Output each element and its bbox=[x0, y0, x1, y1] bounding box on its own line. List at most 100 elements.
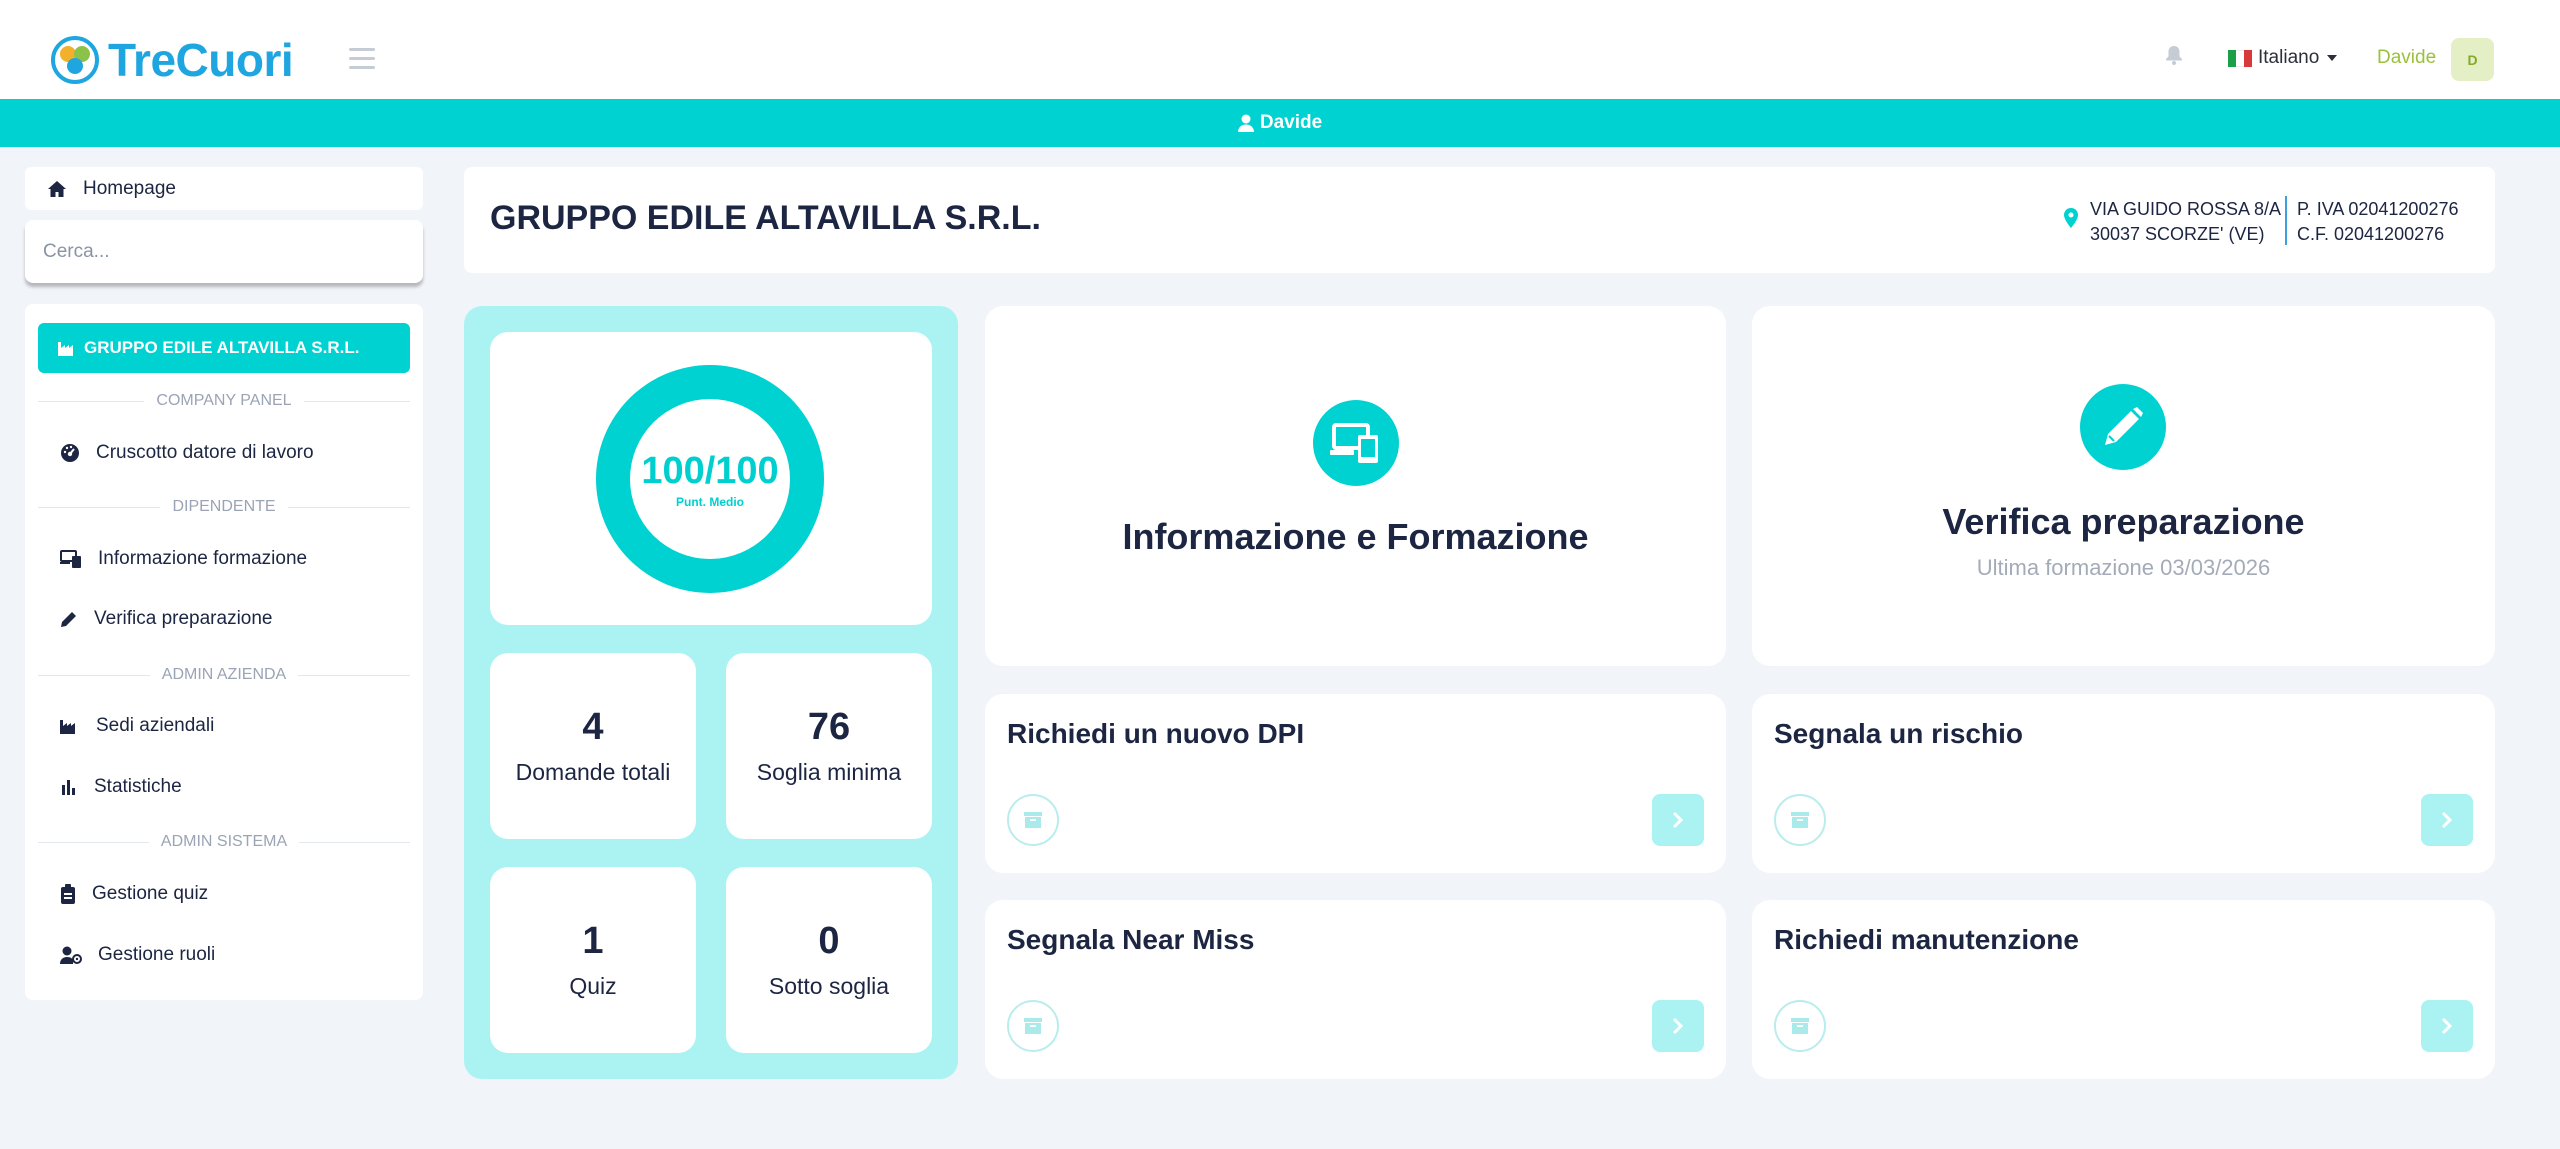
card-informazione-formazione[interactable]: Informazione e Formazione bbox=[985, 306, 1726, 666]
codice-fiscale: C.F. 02041200276 bbox=[2297, 224, 2445, 244]
italy-flag-icon bbox=[2228, 49, 2252, 67]
stat-label: Soglia minima bbox=[756, 759, 902, 785]
sidebar-item-label: Gestione ruoli bbox=[98, 944, 216, 965]
stat-value: 76 bbox=[807, 706, 851, 748]
stat-domande-totali: 4 Domande totali bbox=[490, 653, 696, 839]
section-dipendente: DIPENDENTE bbox=[38, 498, 410, 516]
home-icon bbox=[48, 180, 66, 197]
user-name[interactable]: Davide bbox=[2377, 47, 2436, 69]
logo-icon bbox=[51, 36, 99, 84]
sidebar-item-label: Homepage bbox=[83, 177, 176, 199]
user-gear-icon bbox=[60, 946, 82, 964]
logo-text: TreCuori bbox=[108, 34, 294, 86]
pencil-icon bbox=[61, 612, 76, 627]
score-ring-inner: 100/100 Punt. Medio bbox=[630, 399, 790, 559]
sidebar-item-gestione-quiz[interactable]: Gestione quiz bbox=[38, 869, 410, 919]
score-value: 100/100 bbox=[641, 449, 779, 492]
address-line-1: VIA GUIDO ROSSA 8/A bbox=[2090, 199, 2282, 219]
card-subtitle: Ultima formazione 03/03/2026 bbox=[1976, 555, 2271, 580]
sidebar-item-informazione[interactable]: Informazione formazione bbox=[38, 534, 410, 584]
open-button[interactable] bbox=[1652, 794, 1704, 846]
section-company-panel: COMPANY PANEL bbox=[38, 392, 410, 410]
sidebar-item-cruscotto[interactable]: Cruscotto datore di lavoro bbox=[38, 428, 410, 478]
sidebar-item-label: Informazione formazione bbox=[98, 548, 308, 569]
search-input[interactable] bbox=[25, 220, 423, 283]
score-label: Punt. Medio bbox=[676, 494, 744, 509]
stat-value: 4 bbox=[582, 706, 604, 748]
card-segnala-rischio: Segnala un rischio bbox=[1752, 694, 2495, 873]
score-ring: 100/100 Punt. Medio bbox=[596, 365, 824, 593]
logo[interactable]: TreCuori bbox=[50, 33, 294, 87]
gauge-icon bbox=[61, 444, 79, 462]
sidebar-item-statistiche[interactable]: Statistiche bbox=[38, 762, 410, 812]
sidebar-item-label: Verifica preparazione bbox=[94, 608, 273, 629]
card-title: Segnala Near Miss bbox=[1007, 924, 1255, 955]
sidebar-menu: GRUPPO EDILE ALTAVILLA S.R.L. COMPANY PA… bbox=[25, 304, 423, 1000]
archive-button[interactable] bbox=[1774, 1000, 1826, 1052]
pencil-icon bbox=[2080, 384, 2166, 470]
stat-label: Quiz bbox=[569, 973, 617, 999]
card-title: Segnala un rischio bbox=[1774, 718, 2023, 749]
sidebar-item-label: Statistiche bbox=[94, 776, 182, 797]
card-richiedi-manutenzione: Richiedi manutenzione bbox=[1752, 900, 2495, 1079]
section-admin-azienda: ADMIN AZIENDA bbox=[38, 666, 410, 684]
user-bar-name: Davide bbox=[1259, 112, 1323, 133]
sidebar-item-gestione-ruoli[interactable]: Gestione ruoli bbox=[38, 930, 410, 980]
user-icon bbox=[1237, 114, 1254, 132]
card-segnala-near-miss: Segnala Near Miss bbox=[985, 900, 1726, 1079]
sidebar-item-label: Gestione quiz bbox=[92, 883, 209, 904]
stat-value: 0 bbox=[818, 920, 840, 962]
card-title: Informazione e Formazione bbox=[1122, 516, 1589, 557]
open-button[interactable] bbox=[2421, 1000, 2473, 1052]
stat-sotto-soglia: 0 Sotto soglia bbox=[726, 867, 932, 1053]
map-pin-icon bbox=[2064, 208, 2078, 228]
card-title: Verifica preparazione bbox=[1942, 501, 2305, 542]
chevron-right-icon bbox=[1672, 811, 1684, 829]
score-panel: 100/100 Punt. Medio 4 Domande totali 76 … bbox=[464, 306, 958, 1079]
archive-icon bbox=[1024, 1018, 1042, 1034]
language-select[interactable]: Italiano bbox=[2228, 47, 2338, 69]
archive-button[interactable] bbox=[1007, 1000, 1059, 1052]
stat-value: 1 bbox=[582, 920, 604, 962]
divider bbox=[2285, 196, 2287, 245]
sidebar-search bbox=[25, 220, 423, 283]
company-button-label: GRUPPO EDILE ALTAVILLA S.R.L. bbox=[84, 338, 360, 357]
chevron-down-icon bbox=[2327, 55, 2338, 61]
stat-soglia-minima: 76 Soglia minima bbox=[726, 653, 932, 839]
menu-toggle-icon[interactable] bbox=[349, 48, 375, 70]
industry-icon bbox=[58, 342, 73, 356]
card-richiedi-dpi: Richiedi un nuovo DPI bbox=[985, 694, 1726, 873]
piva: P. IVA 02041200276 bbox=[2297, 199, 2459, 219]
chevron-right-icon bbox=[1672, 1017, 1684, 1035]
language-label: Italiano bbox=[2258, 47, 2320, 68]
company-tax-info: P. IVA 02041200276 C.F. 02041200276 bbox=[2297, 197, 2459, 247]
open-button[interactable] bbox=[2421, 794, 2473, 846]
chevron-right-icon bbox=[2441, 811, 2453, 829]
sidebar-item-label: Sedi aziendali bbox=[96, 715, 215, 736]
page-title: GRUPPO EDILE ALTAVILLA S.R.L. bbox=[490, 199, 1041, 237]
bell-icon[interactable] bbox=[2164, 44, 2184, 66]
stat-quiz: 1 Quiz bbox=[490, 867, 696, 1053]
industry-icon bbox=[60, 720, 75, 734]
archive-button[interactable] bbox=[1007, 794, 1059, 846]
sidebar-item-sedi[interactable]: Sedi aziendali bbox=[38, 701, 410, 751]
archive-icon bbox=[1791, 1018, 1809, 1034]
archive-button[interactable] bbox=[1774, 794, 1826, 846]
sidebar-item-verifica[interactable]: Verifica preparazione bbox=[38, 594, 410, 644]
user-bar: Davide bbox=[0, 99, 2560, 147]
company-address: VIA GUIDO ROSSA 8/A 30037 SCORZE' (VE) bbox=[2090, 197, 2281, 247]
clipboard-icon bbox=[61, 884, 75, 904]
card-verifica-preparazione[interactable]: Verifica preparazione Ultima formazione … bbox=[1752, 306, 2495, 666]
archive-icon bbox=[1791, 812, 1809, 828]
devices-icon bbox=[1313, 400, 1399, 486]
bar-chart-icon bbox=[62, 780, 75, 795]
open-button[interactable] bbox=[1652, 1000, 1704, 1052]
sidebar-item-company[interactable]: GRUPPO EDILE ALTAVILLA S.R.L. bbox=[38, 323, 410, 373]
section-admin-sistema: ADMIN SISTEMA bbox=[38, 833, 410, 851]
stat-label: Domande totali bbox=[515, 759, 671, 785]
average-score-card: 100/100 Punt. Medio bbox=[490, 332, 932, 625]
sidebar-item-homepage[interactable]: Homepage bbox=[25, 167, 423, 210]
devices-icon bbox=[60, 550, 81, 568]
card-title: Richiedi manutenzione bbox=[1774, 924, 2079, 955]
avatar[interactable]: D bbox=[2451, 38, 2494, 81]
